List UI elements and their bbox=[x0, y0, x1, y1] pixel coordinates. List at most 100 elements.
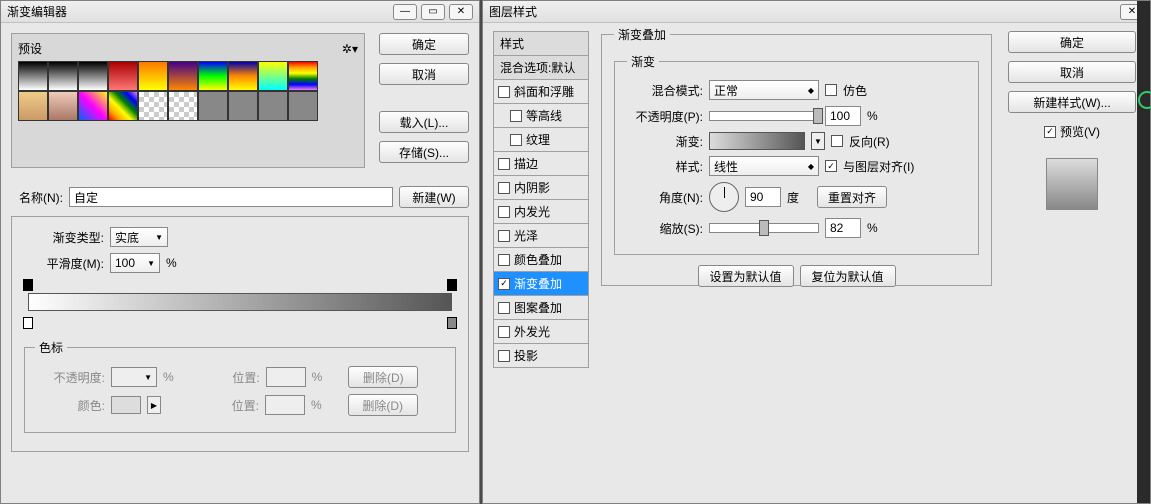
blend-mode-select[interactable]: 正常◆ bbox=[709, 80, 819, 100]
preset-swatch[interactable] bbox=[48, 91, 78, 121]
checkbox[interactable] bbox=[498, 326, 510, 338]
styles-header[interactable]: 样式 bbox=[493, 31, 589, 56]
preset-swatch[interactable] bbox=[18, 61, 48, 91]
style-item-inner-glow[interactable]: 内发光 bbox=[493, 200, 589, 224]
style-item-drop-shadow[interactable]: 投影 bbox=[493, 344, 589, 368]
preset-swatch[interactable] bbox=[108, 91, 138, 121]
inner-title: 渐变 bbox=[627, 53, 659, 70]
maximize-button[interactable]: ▭ bbox=[421, 4, 445, 20]
style-item-gradient-overlay[interactable]: 渐变叠加 bbox=[493, 272, 589, 296]
style-item-satin[interactable]: 光泽 bbox=[493, 224, 589, 248]
style-select[interactable]: 线性◆ bbox=[709, 156, 819, 176]
style-item-stroke[interactable]: 描边 bbox=[493, 152, 589, 176]
make-default-button[interactable]: 设置为默认值 bbox=[698, 265, 794, 287]
cancel-button[interactable]: 取消 bbox=[379, 63, 469, 85]
delete-stop-button[interactable]: 删除(D) bbox=[348, 394, 418, 416]
new-button[interactable]: 新建(W) bbox=[399, 186, 469, 208]
close-button[interactable]: ✕ bbox=[449, 4, 473, 20]
preset-swatch[interactable] bbox=[198, 61, 228, 91]
checkbox[interactable] bbox=[498, 86, 510, 98]
preview-checkbox[interactable] bbox=[1044, 126, 1056, 138]
window-title: 渐变编辑器 bbox=[7, 3, 393, 20]
save-button[interactable]: 存储(S)... bbox=[379, 141, 469, 163]
gradient-picker-button[interactable]: ▼ bbox=[811, 132, 825, 150]
opacity-slider[interactable] bbox=[709, 111, 819, 121]
preset-swatch[interactable] bbox=[108, 61, 138, 91]
cancel-button[interactable]: 取消 bbox=[1008, 61, 1136, 83]
titlebar[interactable]: 图层样式 ✕ bbox=[483, 1, 1150, 23]
gradient-type-select[interactable]: 实底▼ bbox=[110, 227, 168, 247]
titlebar[interactable]: 渐变编辑器 — ▭ ✕ bbox=[1, 1, 479, 23]
opacity-stop[interactable] bbox=[23, 279, 33, 291]
stop-opacity-input[interactable]: ▼ bbox=[111, 367, 157, 387]
app-edge bbox=[1137, 1, 1150, 503]
color-stop[interactable] bbox=[447, 317, 457, 329]
reset-default-button[interactable]: 复位为默认值 bbox=[800, 265, 896, 287]
checkbox[interactable] bbox=[498, 278, 510, 290]
preset-swatch[interactable] bbox=[18, 91, 48, 121]
style-item-inner-shadow[interactable]: 内阴影 bbox=[493, 176, 589, 200]
preset-swatch[interactable] bbox=[288, 91, 318, 121]
ok-button[interactable]: 确定 bbox=[1008, 31, 1136, 53]
checkbox[interactable] bbox=[498, 254, 510, 266]
delete-stop-button[interactable]: 删除(D) bbox=[348, 366, 418, 388]
minimize-button[interactable]: — bbox=[393, 4, 417, 20]
checkbox[interactable] bbox=[498, 158, 510, 170]
checkbox[interactable] bbox=[498, 230, 510, 242]
scale-input[interactable] bbox=[825, 218, 861, 238]
dither-checkbox[interactable] bbox=[825, 84, 837, 96]
preset-swatch[interactable] bbox=[168, 91, 198, 121]
preset-swatch[interactable] bbox=[48, 61, 78, 91]
stop-color-swatch[interactable] bbox=[111, 396, 141, 414]
load-button[interactable]: 载入(L)... bbox=[379, 111, 469, 133]
angle-dial[interactable] bbox=[709, 182, 739, 212]
scale-slider[interactable] bbox=[709, 223, 819, 233]
gradient-editor-window: 渐变编辑器 — ▭ ✕ 预设 ✲▾ bbox=[0, 0, 480, 504]
preset-swatch[interactable] bbox=[288, 61, 318, 91]
checkbox[interactable] bbox=[510, 110, 522, 122]
preset-swatch[interactable] bbox=[228, 61, 258, 91]
preset-swatch[interactable] bbox=[138, 91, 168, 121]
preview-label: 预览(V) bbox=[1060, 123, 1100, 140]
preset-swatch[interactable] bbox=[258, 61, 288, 91]
group-title: 渐变叠加 bbox=[614, 26, 670, 43]
checkbox[interactable] bbox=[510, 134, 522, 146]
reset-alignment-button[interactable]: 重置对齐 bbox=[817, 186, 887, 208]
gradient-bar[interactable] bbox=[28, 279, 452, 329]
gradient-inner-group: 渐变 混合模式: 正常◆ 仿色 不透明度(P): % 渐变: ▼ 反向(R) bbox=[614, 53, 979, 255]
style-item-texture[interactable]: 纹理 bbox=[493, 128, 589, 152]
style-item-contour[interactable]: 等高线 bbox=[493, 104, 589, 128]
checkbox[interactable] bbox=[498, 302, 510, 314]
style-item-bevel[interactable]: 斜面和浮雕 bbox=[493, 80, 589, 104]
preset-swatch[interactable] bbox=[78, 91, 108, 121]
smoothness-input[interactable]: 100▼ bbox=[110, 253, 160, 273]
opacity-input[interactable] bbox=[825, 106, 861, 126]
opacity-stop[interactable] bbox=[447, 279, 457, 291]
color-stop[interactable] bbox=[23, 317, 33, 329]
ok-button[interactable]: 确定 bbox=[379, 33, 469, 55]
checkbox[interactable] bbox=[498, 206, 510, 218]
style-item-color-overlay[interactable]: 颜色叠加 bbox=[493, 248, 589, 272]
stop-position-input[interactable] bbox=[265, 395, 305, 415]
style-item-pattern-overlay[interactable]: 图案叠加 bbox=[493, 296, 589, 320]
preset-swatch[interactable] bbox=[168, 61, 198, 91]
preset-swatch[interactable] bbox=[78, 61, 108, 91]
checkbox[interactable] bbox=[498, 182, 510, 194]
reverse-checkbox[interactable] bbox=[831, 135, 843, 147]
preset-swatch[interactable] bbox=[228, 91, 258, 121]
preset-swatch[interactable] bbox=[198, 91, 228, 121]
new-style-button[interactable]: 新建样式(W)... bbox=[1008, 91, 1136, 113]
gear-icon[interactable]: ✲▾ bbox=[342, 42, 358, 56]
stop-color-picker-button[interactable]: ▶ bbox=[147, 396, 161, 414]
name-input[interactable] bbox=[69, 187, 393, 207]
angle-input[interactable] bbox=[745, 187, 781, 207]
blending-options-item[interactable]: 混合选项:默认 bbox=[493, 56, 589, 80]
align-checkbox[interactable] bbox=[825, 160, 837, 172]
checkbox[interactable] bbox=[498, 350, 510, 362]
preset-swatch[interactable] bbox=[258, 91, 288, 121]
preset-swatches bbox=[18, 61, 318, 121]
style-item-outer-glow[interactable]: 外发光 bbox=[493, 320, 589, 344]
preset-swatch[interactable] bbox=[138, 61, 168, 91]
stop-position-input[interactable] bbox=[266, 367, 306, 387]
gradient-preview[interactable] bbox=[709, 132, 805, 150]
